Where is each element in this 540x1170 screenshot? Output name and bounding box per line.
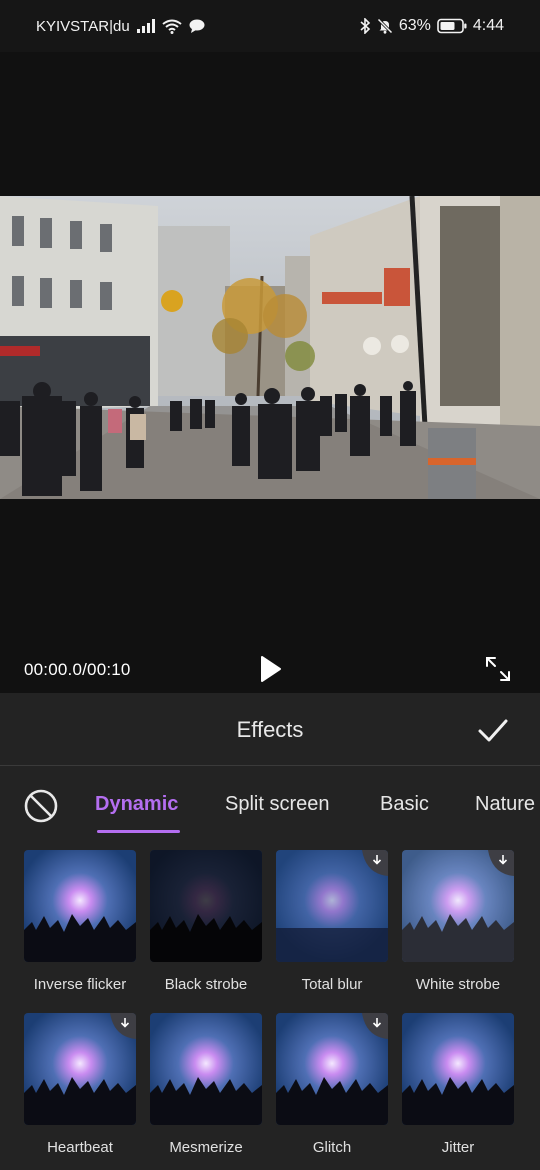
effect-label: Total blur [301,976,363,993]
effect-label: Mesmerize [169,1139,243,1156]
effect-label: Black strobe [164,976,248,993]
street-scene-image [0,196,540,499]
effect-thumbnail[interactable] [276,850,388,962]
concert-thumbnail-image [150,850,262,962]
video-preview-area[interactable]: 00:00.0/00:10 [0,52,540,693]
effect-total-blur[interactable]: Total blur [276,850,388,993]
carrier-label: KYIVSTAR|du [36,17,130,35]
effect-thumbnail[interactable] [402,1013,514,1125]
battery-icon [437,18,467,34]
video-frame[interactable] [0,196,540,499]
tab-split-screen[interactable]: Split screen [225,793,330,816]
effect-jitter[interactable]: Jitter [402,1013,514,1156]
effects-panel: Effects Dynamic Split screen Basic Natur… [0,693,540,1170]
concert-thumbnail-image [24,850,136,962]
clock: 4:44 [472,17,504,34]
active-tab-indicator [97,830,180,833]
effect-heartbeat[interactable]: Heartbeat [24,1013,136,1156]
tab-basic[interactable]: Basic [380,793,429,816]
concert-thumbnail-image [150,1013,262,1125]
download-icon[interactable] [362,1013,388,1039]
effect-label: Heartbeat [47,1139,113,1156]
effect-thumbnail[interactable] [276,1013,388,1125]
message-icon [189,19,205,33]
status-right: 63% 4:44 [359,17,504,35]
bluetooth-icon [360,18,370,34]
playback-time: 00:00.0/00:10 [24,660,131,679]
effect-black-strobe[interactable]: Black strobe [150,850,262,993]
effect-thumbnail[interactable] [150,1013,262,1125]
effect-label: Jitter [441,1139,475,1156]
download-icon[interactable] [362,850,388,876]
panel-title: Effects [236,717,304,742]
effect-label: Inverse flicker [33,976,127,993]
check-icon[interactable] [476,713,510,747]
no-effect-icon[interactable] [23,788,59,824]
effect-thumbnail[interactable] [150,850,262,962]
effect-mesmerize[interactable]: Mesmerize [150,1013,262,1156]
category-tabs: Dynamic Split screen Basic Nature [0,766,540,844]
download-icon[interactable] [488,850,514,876]
battery-percent: 63% [398,17,431,34]
effect-thumbnail[interactable] [24,1013,136,1125]
signal-icon [136,19,155,33]
tab-dynamic[interactable]: Dynamic [95,793,178,816]
effect-label: White strobe [415,976,501,993]
fullscreen-icon[interactable] [484,655,512,683]
effect-thumbnail[interactable] [402,850,514,962]
effect-white-strobe[interactable]: White strobe [402,850,514,993]
download-icon[interactable] [110,1013,136,1039]
status-left: KYIVSTAR|du [36,18,205,35]
mute-icon [377,18,393,34]
effect-glitch[interactable]: Glitch [276,1013,388,1156]
effect-thumbnail[interactable] [24,850,136,962]
effect-label: Glitch [312,1139,352,1156]
wifi-icon [162,19,182,34]
panel-header: Effects [0,693,540,766]
tab-nature[interactable]: Nature [475,793,535,816]
concert-thumbnail-image [402,1013,514,1125]
effect-inverse-flicker[interactable]: Inverse flicker [24,850,136,993]
status-bar: KYIVSTAR|du 63% 4:44 [0,0,540,52]
play-icon[interactable] [254,653,286,685]
